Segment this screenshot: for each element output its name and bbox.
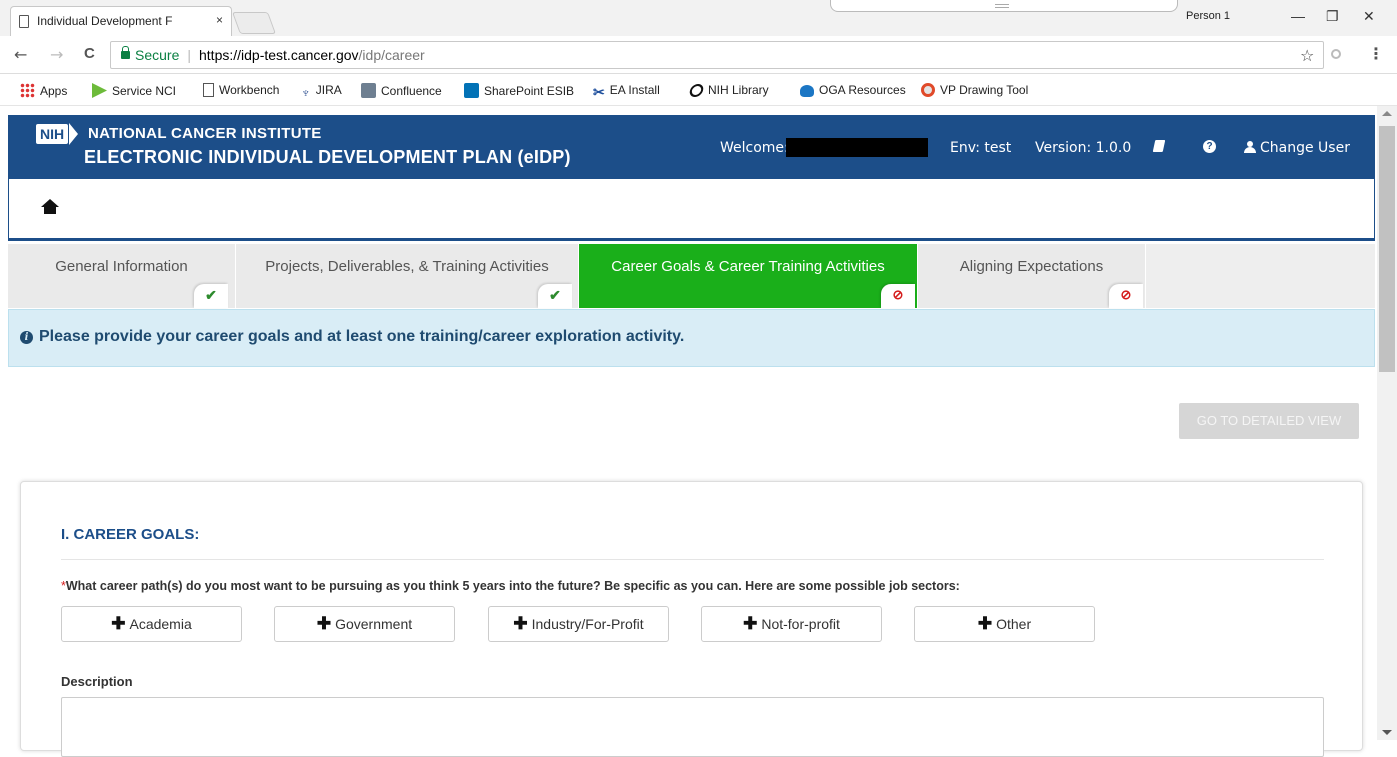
bookmark-vp-drawing-tool[interactable]: VP Drawing Tool (921, 83, 1028, 97)
url-path: /idp/career (358, 47, 425, 63)
plus-icon: ✚ (743, 614, 758, 633)
tab-projects-deliverables[interactable]: Projects, Deliverables, & Training Activ… (236, 244, 579, 308)
description-label: Description (61, 674, 133, 689)
tab-close-icon[interactable]: × (216, 13, 223, 27)
version-label: Version: 1.0.0 (1035, 140, 1132, 156)
bookmark-sharepoint[interactable]: SharePoint ESIB (464, 83, 574, 98)
env-label: Env: test (950, 140, 1012, 156)
apps-icon (20, 83, 35, 98)
info-alert: i Please provide your career goals and at… (8, 309, 1375, 367)
oga-icon (800, 85, 814, 97)
go-to-detailed-view-button[interactable]: GO TO DETAILED VIEW (1179, 403, 1359, 439)
add-industry-button[interactable]: ✚ Industry/For-Profit (488, 606, 669, 642)
tab-aligning-expectations[interactable]: Aligning Expectations ⊘ (918, 244, 1146, 308)
bookmark-star-icon[interactable]: ☆ (1300, 46, 1314, 65)
sharepoint-icon (464, 83, 479, 98)
alert-text: Please provide your career goals and at … (39, 328, 685, 345)
institute-name: NATIONAL CANCER INSTITUTE (88, 125, 322, 142)
add-government-button[interactable]: ✚ Government (274, 606, 455, 642)
section-title: I. CAREER GOALS: (61, 526, 200, 543)
add-academia-button[interactable]: ✚ Academia (61, 606, 242, 642)
bookmark-jira[interactable]: ♆ JIRA (301, 83, 342, 100)
document-icon (203, 83, 214, 97)
ea-icon: ✂ (593, 84, 605, 100)
user-icon (1244, 141, 1256, 153)
lock-icon (121, 46, 130, 59)
breadcrumb-bar (8, 179, 1375, 241)
career-question: *What career path(s) do you most want to… (61, 579, 960, 593)
chevron-right-icon (69, 123, 79, 145)
help-icon[interactable]: ? (1203, 140, 1216, 153)
secure-label: Secure (135, 47, 180, 63)
change-user-button[interactable]: Change User (1260, 140, 1350, 156)
check-icon: ✔ (538, 284, 572, 308)
bookmark-confluence[interactable]: Confluence (361, 83, 442, 98)
tab-general-information[interactable]: General Information ✔ (8, 244, 236, 308)
nih-library-icon (688, 84, 705, 97)
restore-button[interactable]: ❐ (1326, 8, 1339, 25)
book-icon[interactable] (1152, 140, 1166, 152)
divider (61, 559, 1324, 560)
reload-button[interactable]: C (84, 45, 95, 62)
new-tab-button[interactable] (231, 12, 277, 34)
add-not-for-profit-button[interactable]: ✚ Not-for-profit (701, 606, 882, 642)
browser-titlebar: Individual Development F × Person 1 — ❐ … (0, 0, 1397, 36)
bookmark-workbench[interactable]: Workbench (203, 83, 279, 97)
extension-icon[interactable] (1331, 49, 1341, 59)
redacted-username (786, 138, 928, 157)
tab-career-goals[interactable]: Career Goals & Career Training Activitie… (579, 244, 918, 308)
not-allowed-icon: ⊘ (881, 284, 915, 308)
bookmark-oga-resources[interactable]: OGA Resources (800, 83, 906, 97)
browser-tab[interactable]: Individual Development F × (10, 6, 232, 36)
bookmark-service-nci[interactable]: Service NCI (92, 83, 176, 98)
jira-icon: ♆ (301, 85, 311, 100)
page-icon (19, 15, 29, 28)
forward-button[interactable]: → (50, 45, 63, 64)
page-scrollbar[interactable] (1377, 106, 1397, 740)
career-goals-card: I. CAREER GOALS: *What career path(s) do… (20, 481, 1363, 757)
bookmark-ea-install[interactable]: ✂ EA Install (593, 83, 660, 100)
not-allowed-icon: ⊘ (1109, 284, 1143, 308)
url-input[interactable]: Secure | https://idp-test.cancer.gov/idp/c… (110, 41, 1324, 69)
plus-icon: ✚ (316, 614, 332, 633)
scroll-down-icon[interactable] (1382, 730, 1392, 735)
window-drag-handle[interactable] (830, 0, 1178, 12)
plus-icon: ✚ (977, 614, 993, 633)
minimize-button[interactable]: — (1291, 8, 1305, 24)
info-icon: i (20, 331, 33, 344)
bookmark-apps[interactable]: Apps (20, 83, 67, 98)
scroll-thumb[interactable] (1379, 126, 1395, 372)
arrow-icon (92, 83, 107, 98)
profile-button[interactable]: Person 1 (1186, 10, 1230, 22)
plus-icon: ✚ (513, 614, 528, 633)
scroll-up-icon[interactable] (1382, 111, 1392, 116)
url-host: https://idp-test.cancer.gov (199, 47, 359, 63)
home-icon[interactable] (41, 199, 59, 215)
step-tabs: General Information ✔ Projects, Delivera… (8, 244, 1375, 308)
back-button[interactable]: ← (14, 45, 27, 64)
check-icon: ✔ (194, 284, 228, 308)
add-other-button[interactable]: ✚ Other (914, 606, 1095, 642)
close-window-button[interactable]: ✕ (1363, 8, 1375, 25)
browser-menu-icon[interactable]: ⋮ (1368, 44, 1384, 63)
vp-icon (921, 83, 935, 97)
welcome-label: Welcome: (720, 140, 789, 156)
app-header: NIH NATIONAL CANCER INSTITUTE ELECTRONIC… (8, 115, 1375, 179)
confluence-icon (361, 83, 376, 98)
nih-logo: NIH (36, 123, 79, 145)
bookmark-nih-library[interactable]: NIH Library (688, 83, 769, 97)
description-textarea[interactable] (61, 697, 1324, 757)
bookmarks-bar: Apps Service NCI Workbench ♆ JIRA Conflue… (0, 74, 1397, 106)
address-bar-row: ← → C Secure | https://idp-test.cancer.gov… (0, 36, 1397, 74)
app-title: ELECTRONIC INDIVIDUAL DEVELOPMENT PLAN (… (84, 147, 571, 167)
plus-icon: ✚ (111, 614, 126, 633)
tab-title: Individual Development F (37, 14, 173, 28)
